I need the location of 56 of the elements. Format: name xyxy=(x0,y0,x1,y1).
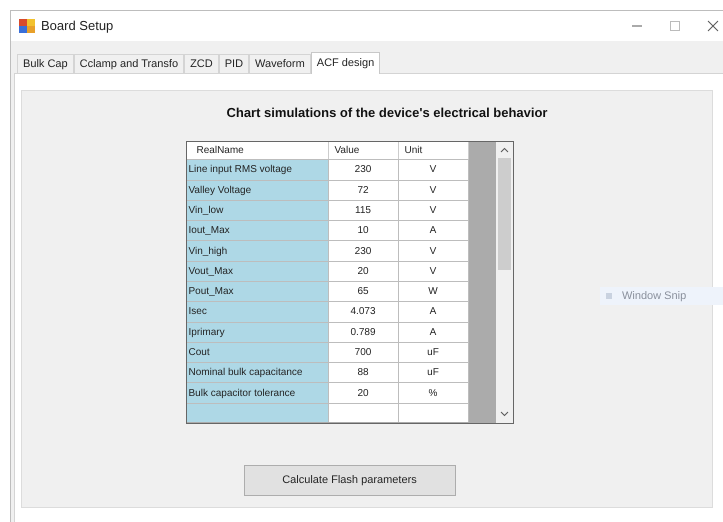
table-cell: 88 xyxy=(328,363,398,382)
table-cell: 20 xyxy=(328,262,398,281)
table-cell: Vin_high xyxy=(186,241,328,261)
scroll-thumb[interactable] xyxy=(498,158,510,270)
table-cell: 65 xyxy=(328,282,398,302)
table-cell: 10 xyxy=(328,221,398,240)
column-header[interactable]: RealName xyxy=(186,142,328,160)
table-cell: V xyxy=(398,262,468,281)
table-cell: 230 xyxy=(328,241,398,261)
table-cell: uF xyxy=(398,363,468,382)
table-cell: 72 xyxy=(328,180,398,200)
scroll-down-icon[interactable] xyxy=(500,410,508,416)
app-icon xyxy=(19,19,35,33)
table-cell: Nominal bulk capacitance xyxy=(186,363,328,382)
scroll-up-icon[interactable] xyxy=(500,146,508,152)
table-cell: W xyxy=(398,282,468,302)
tab[interactable]: Cclamp and Transfo xyxy=(74,54,184,73)
table-cell: V xyxy=(398,160,468,180)
table-cell: 230 xyxy=(328,160,398,180)
table-cell: Vin_low xyxy=(186,200,328,220)
table-cell: 0.789 xyxy=(328,322,398,342)
table-cell: A xyxy=(398,221,468,240)
column-header[interactable]: Value xyxy=(328,142,398,160)
table-cell: 700 xyxy=(328,342,398,362)
tab[interactable]: PID xyxy=(218,54,250,73)
tab[interactable]: ZCD xyxy=(184,54,219,73)
tooltip-icon xyxy=(606,293,612,299)
tab[interactable]: ACF design xyxy=(310,52,380,74)
tab[interactable]: Bulk Cap xyxy=(17,54,74,73)
table-cell: Bulk capacitor tolerance xyxy=(186,383,328,403)
table-cell: Line input RMS voltage xyxy=(186,160,328,180)
chart-heading: Chart simulations of the device's electrical behavior xyxy=(226,104,548,122)
table-cell: Iout_Max xyxy=(186,221,328,240)
table-cell: 4.073 xyxy=(328,302,398,322)
tab[interactable]: Waveform xyxy=(249,54,311,73)
table-cell: Valley Voltage xyxy=(186,180,328,200)
table-cell: Iprimary xyxy=(186,322,328,342)
table-cell: Isec xyxy=(186,302,328,322)
close-icon[interactable] xyxy=(707,20,719,32)
table-cell: 20 xyxy=(328,383,398,403)
tooltip-text: Window Snip xyxy=(622,288,686,304)
table-cell: Pout_Max xyxy=(186,282,328,302)
window-title: Board Setup xyxy=(41,17,114,36)
table-cell: V xyxy=(398,241,468,261)
table-cell: V xyxy=(398,180,468,200)
table-cell: A xyxy=(398,302,468,322)
scrollbar[interactable] xyxy=(496,142,512,422)
column-header[interactable]: Unit xyxy=(398,142,468,160)
table-cell: 115 xyxy=(328,200,398,220)
table-cell: A xyxy=(398,322,468,342)
table-cell: uF xyxy=(398,342,468,362)
calculate-button[interactable]: Calculate Flash parameters xyxy=(244,464,456,496)
table-cell: % xyxy=(398,383,468,403)
table-cell: Cout xyxy=(186,342,328,362)
table-cell: V xyxy=(398,200,468,220)
table-cell: Vout_Max xyxy=(186,262,328,281)
